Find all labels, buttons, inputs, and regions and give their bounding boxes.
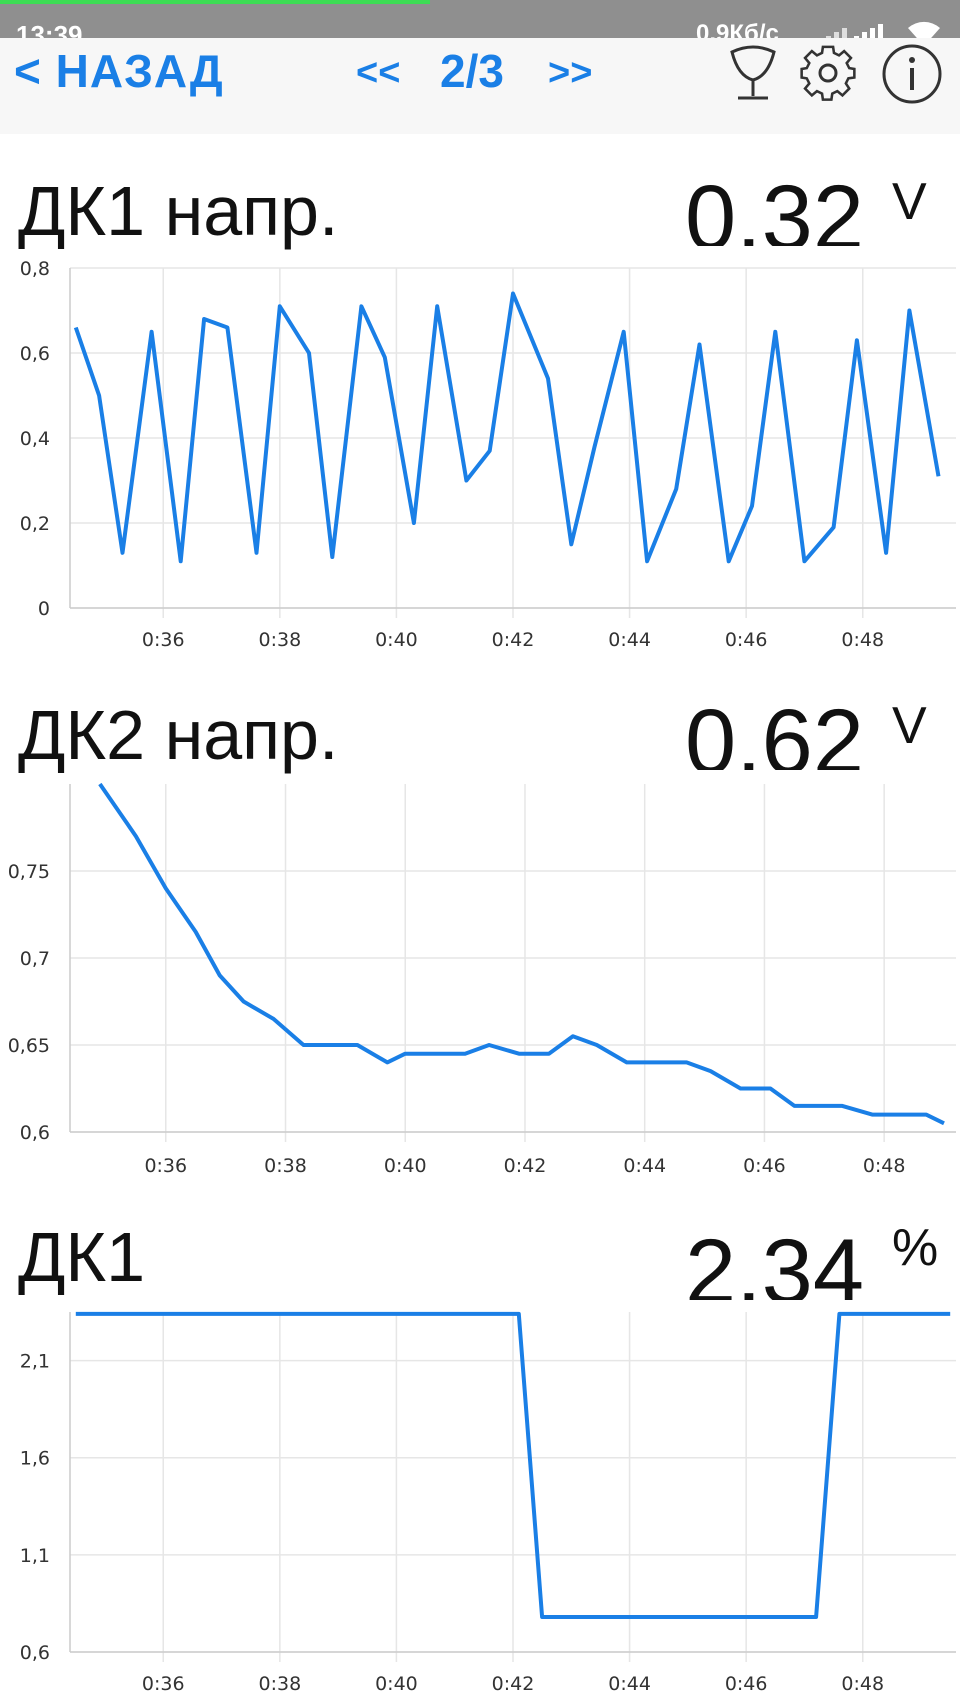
chart-dk1-voltage: 0 0,2 0,4 0,6 0,8 0:36 0:38 0:40 0:42 0:44 0:46 0:4… [20, 258, 956, 651]
y-tick-label: 0,6 [20, 1642, 50, 1664]
x-tick-label: 0:36 [142, 629, 185, 651]
panel-unit: V [892, 173, 927, 231]
y-tick-label: 0,8 [20, 258, 50, 280]
panel-value-box: 0.62 [604, 696, 864, 770]
panel-value-box: 2.34 [604, 1226, 864, 1300]
x-tick-label: 0:46 [743, 1155, 786, 1177]
y-tick-label: 0,6 [20, 343, 50, 365]
page-indicator: 2/3 [440, 45, 504, 97]
load-progress-bar [0, 0, 430, 4]
panel-title: ДК2 напр. [18, 696, 339, 774]
y-tick-label: 0,75 [8, 861, 50, 883]
chart-dk2-voltage: 0,6 0,65 0,7 0,75 0:36 0:38 0:40 0:42 0:44 0:46 0:… [8, 782, 956, 1177]
back-button[interactable]: < НАЗАД [14, 44, 224, 98]
x-tick-label: 0:36 [142, 1673, 185, 1695]
y-tick-label: 1,1 [20, 1545, 50, 1567]
series-line [73, 291, 941, 564]
y-tick-label: 0,6 [20, 1122, 50, 1144]
x-tick-label: 0:46 [725, 1673, 768, 1695]
panel-unit: % [892, 1219, 939, 1277]
panel-value: 2.34 [684, 1226, 864, 1300]
lambda-probe-icon[interactable] [722, 42, 784, 106]
panel-title: ДК1 [18, 1218, 146, 1296]
x-tick-label: 0:48 [863, 1155, 906, 1177]
panel-unit: V [892, 697, 927, 755]
y-tick-label: 0,4 [20, 428, 50, 450]
gear-icon[interactable] [796, 42, 860, 106]
x-tick-label: 0:48 [841, 629, 884, 651]
x-tick-label: 0:48 [841, 1673, 884, 1695]
x-tick-label: 0:44 [608, 629, 651, 651]
x-tick-label: 0:40 [384, 1155, 427, 1177]
panel-value-box: 0.32 [604, 172, 864, 246]
x-tick-label: 0:44 [623, 1155, 666, 1177]
x-tick-label: 0:44 [608, 1673, 651, 1695]
panel-title: ДК1 напр. [18, 172, 339, 250]
y-tick-label: 1,6 [20, 1448, 50, 1470]
chart-dk1-trim: 0,6 1,1 1,6 2,1 0:36 0:38 0:40 0:42 0:44 0:46 0:48 [20, 1311, 956, 1695]
y-tick-label: 0,65 [8, 1035, 50, 1057]
x-tick-label: 0:46 [725, 629, 768, 651]
series-line [98, 782, 945, 1126]
y-tick-label: 2,1 [20, 1351, 50, 1373]
nav-bar: < НАЗАД << 2/3 >> [0, 38, 960, 134]
x-tick-label: 0:42 [492, 629, 535, 651]
x-tick-label: 0:42 [492, 1673, 535, 1695]
info-icon[interactable] [880, 42, 944, 106]
x-tick-label: 0:36 [144, 1155, 187, 1177]
panel-value: 0.32 [684, 172, 864, 246]
x-tick-label: 0:40 [375, 1673, 418, 1695]
panel-value: 0.62 [684, 696, 864, 770]
y-tick-label: 0 [38, 598, 50, 620]
prev-page-button[interactable]: << [356, 52, 400, 95]
x-tick-label: 0:38 [259, 629, 302, 651]
y-tick-label: 0,7 [20, 948, 50, 970]
x-tick-label: 0:38 [264, 1155, 307, 1177]
x-tick-label: 0:40 [375, 629, 418, 651]
next-page-button[interactable]: >> [548, 52, 592, 95]
x-tick-label: 0:42 [504, 1155, 547, 1177]
x-tick-label: 0:38 [259, 1673, 302, 1695]
y-tick-label: 0,2 [20, 513, 50, 535]
